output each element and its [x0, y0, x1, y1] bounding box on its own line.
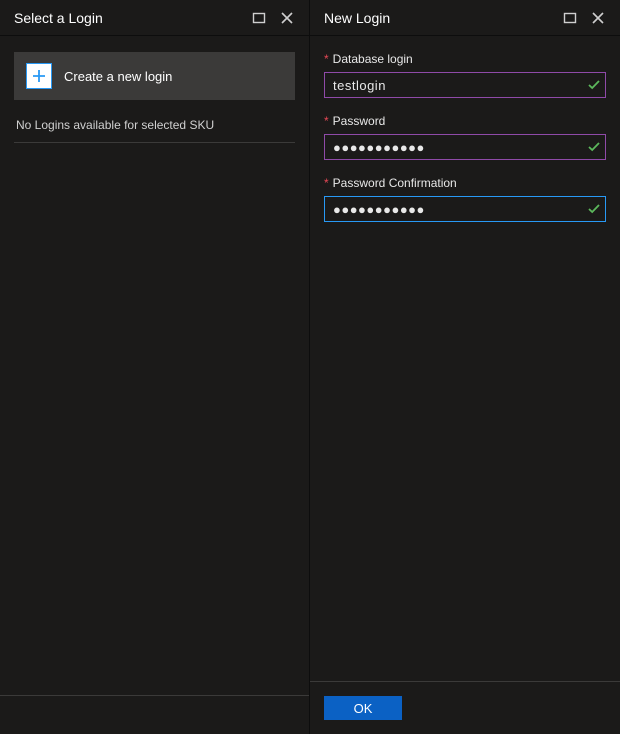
panel-header: New Login [310, 0, 620, 36]
panel-body: Create a new login No Logins available f… [0, 36, 309, 734]
app-root: Select a Login Create a new login No Log… [0, 0, 620, 734]
label-text: Password [333, 114, 386, 128]
input-wrap [324, 72, 606, 98]
field-password: * Password [324, 114, 606, 160]
footer-divider [0, 695, 309, 696]
field-password-confirmation: * Password Confirmation [324, 176, 606, 222]
input-wrap [324, 196, 606, 222]
field-label: * Database login [324, 52, 606, 66]
password-input[interactable] [324, 134, 606, 160]
create-new-login-button[interactable]: Create a new login [14, 52, 295, 100]
required-asterisk: * [324, 177, 329, 189]
required-asterisk: * [324, 115, 329, 127]
plus-icon [26, 63, 52, 89]
new-login-panel: New Login * Database login [310, 0, 620, 734]
panel-footer: OK [310, 681, 620, 734]
field-label: * Password [324, 114, 606, 128]
input-wrap [324, 134, 606, 160]
database-login-input[interactable] [324, 72, 606, 98]
field-database-login: * Database login [324, 52, 606, 98]
label-text: Password Confirmation [333, 176, 457, 190]
panel-title: New Login [324, 10, 556, 26]
panel-header: Select a Login [0, 0, 309, 36]
close-icon[interactable] [584, 4, 612, 32]
ok-button[interactable]: OK [324, 696, 402, 720]
close-icon[interactable] [273, 4, 301, 32]
panel-title: Select a Login [14, 10, 245, 26]
checkmark-icon [588, 203, 600, 215]
maximize-icon[interactable] [245, 4, 273, 32]
checkmark-icon [588, 141, 600, 153]
checkmark-icon [588, 79, 600, 91]
required-asterisk: * [324, 53, 329, 65]
select-login-panel: Select a Login Create a new login No Log… [0, 0, 310, 734]
password-confirmation-input[interactable] [324, 196, 606, 222]
label-text: Database login [333, 52, 413, 66]
empty-state-message: No Logins available for selected SKU [14, 118, 295, 143]
field-label: * Password Confirmation [324, 176, 606, 190]
maximize-icon[interactable] [556, 4, 584, 32]
create-new-login-label: Create a new login [64, 69, 172, 84]
panel-body: * Database login * Password [310, 36, 620, 681]
